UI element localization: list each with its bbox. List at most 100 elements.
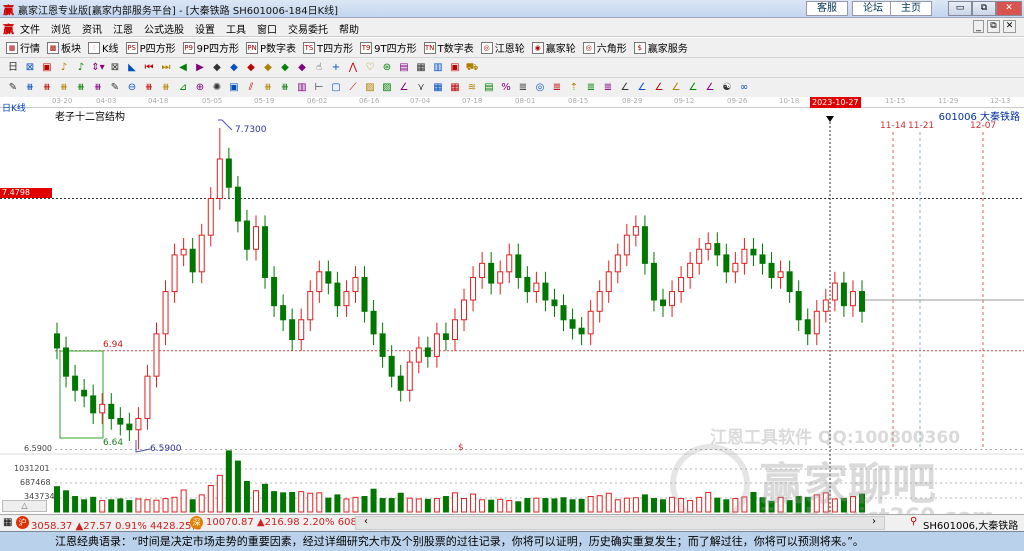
- toolbar3-tool-icon-13[interactable]: ▣: [227, 81, 241, 95]
- toolbar3-tool-icon-26[interactable]: ▦: [448, 81, 462, 95]
- toolbar2-tool-icon-9[interactable]: ⏭: [159, 61, 173, 75]
- menu-item-9[interactable]: 帮助: [339, 25, 359, 36]
- toolbar-button-8[interactable]: TN T数字表: [423, 40, 474, 55]
- toolbar3-tool-icon-37[interactable]: ∠: [635, 81, 649, 95]
- menu-item-3[interactable]: 江恩: [113, 25, 133, 36]
- toolbar2-tool-icon-5[interactable]: ⇕▾: [91, 61, 105, 75]
- toolbar3-tool-icon-43[interactable]: ∞: [737, 81, 751, 95]
- toolbar-button-7[interactable]: T9 9T四方形: [360, 40, 417, 55]
- minimize-button[interactable]: ▭: [948, 1, 972, 16]
- child-close-button[interactable]: ✕: [1003, 20, 1016, 33]
- toolbar-button-6[interactable]: TS T四方形: [303, 40, 353, 55]
- toolbar3-tool-icon-28[interactable]: ▤: [482, 81, 496, 95]
- toolbar3-tool-icon-12[interactable]: ✺: [210, 81, 224, 95]
- toolbar-button-9[interactable]: ◎ 江恩轮: [480, 40, 525, 55]
- toolbar-button-5[interactable]: PN P数字表: [246, 40, 296, 55]
- toolbar3-tool-icon-9[interactable]: ⧻: [159, 81, 173, 95]
- sz-index-quote[interactable]: 10070.87 ▲216.98 2.20% 6088.74: [206, 517, 379, 528]
- toolbar3-tool-icon-17[interactable]: ▥: [295, 81, 309, 95]
- menu-item-0[interactable]: 文件: [20, 25, 40, 36]
- child-restore-button[interactable]: ⧉: [987, 20, 1000, 33]
- toolbar2-tool-icon-4[interactable]: ♪: [74, 61, 88, 75]
- toolbar3-tool-icon-29[interactable]: %: [499, 81, 513, 95]
- toolbar-button-10[interactable]: ◉ 赢家轮: [531, 40, 576, 55]
- toolbar2-tool-icon-0[interactable]: 日▾: [6, 61, 20, 87]
- toolbar-button-11[interactable]: ◎ 六角形: [582, 40, 627, 55]
- toolbar2-tool-icon-16[interactable]: ◆: [278, 61, 292, 75]
- toolbar2-tool-icon-25[interactable]: ▥: [431, 61, 445, 75]
- link-service[interactable]: 客服: [806, 1, 848, 16]
- toolbar3-tool-icon-0[interactable]: ✎: [6, 81, 20, 95]
- toolbar2-tool-icon-24[interactable]: ▦: [414, 61, 428, 75]
- toolbar3-tool-icon-18[interactable]: ⊢: [312, 81, 326, 95]
- sh-index-quote[interactable]: 3058.37 ▲27.57 0.91% 4428.25亿: [31, 517, 201, 532]
- menu-item-2[interactable]: 资讯: [82, 25, 102, 36]
- toolbar2-tool-icon-11[interactable]: ▶: [193, 61, 207, 75]
- toolbar-button-12[interactable]: $ 赢家服务: [633, 40, 688, 55]
- toolbar-button-4[interactable]: P9 9P四方形: [182, 40, 239, 55]
- toolbar3-tool-icon-3[interactable]: ⧻: [57, 81, 71, 95]
- toolbar3-tool-icon-30[interactable]: ≣: [516, 81, 530, 95]
- restore-button[interactable]: ⧉: [972, 1, 996, 16]
- toolbar2-tool-icon-13[interactable]: ◆: [227, 61, 241, 75]
- toolbar-button-0[interactable]: ▦ 行情: [6, 40, 40, 55]
- toolbar3-tool-icon-25[interactable]: ▦: [431, 81, 445, 95]
- toolbar2-tool-icon-21[interactable]: ♡: [363, 61, 377, 75]
- menu-item-8[interactable]: 交易委托: [288, 25, 328, 36]
- toolbar-button-3[interactable]: PS P四方形: [125, 40, 176, 55]
- toolbar2-tool-icon-10[interactable]: ◀: [176, 61, 190, 75]
- toolbar2-tool-icon-17[interactable]: ◆: [295, 61, 309, 75]
- toolbar3-tool-icon-35[interactable]: ≣: [601, 81, 615, 95]
- toolbar3-tool-icon-19[interactable]: ▢: [329, 81, 343, 95]
- toolbar3-tool-icon-22[interactable]: ▨: [380, 81, 394, 95]
- toolbar3-tool-icon-42[interactable]: ☯: [720, 81, 734, 95]
- child-minimize-button[interactable]: _: [973, 20, 984, 33]
- menu-item-7[interactable]: 窗口: [257, 25, 277, 36]
- toolbar3-tool-icon-6[interactable]: ✎: [108, 81, 122, 95]
- toolbar2-tool-icon-27[interactable]: ⛟: [465, 61, 479, 75]
- toolbar3-tool-icon-38[interactable]: ∠: [652, 81, 666, 95]
- toolbar3-tool-icon-20[interactable]: ⟋: [346, 81, 360, 95]
- toolbar3-tool-icon-24[interactable]: ⋎: [414, 81, 428, 95]
- toolbar3-tool-icon-2[interactable]: ⧻: [40, 81, 54, 95]
- toolbar2-tool-icon-14[interactable]: ◆: [244, 61, 258, 75]
- toolbar3-tool-icon-34[interactable]: ≣: [584, 81, 598, 95]
- toolbar3-tool-icon-33[interactable]: ⇡: [567, 81, 581, 95]
- toolbar2-tool-icon-7[interactable]: ◣: [125, 61, 139, 75]
- toolbar3-tool-icon-41[interactable]: ∠: [703, 81, 717, 95]
- toolbar3-tool-icon-10[interactable]: ⊿: [176, 81, 190, 95]
- toolbar2-tool-icon-8[interactable]: ⏮: [142, 61, 156, 75]
- toolbar3-tool-icon-36[interactable]: ∠: [618, 81, 632, 95]
- toolbar2-tool-icon-3[interactable]: ♪: [57, 61, 71, 75]
- menu-item-4[interactable]: 公式选股: [144, 25, 184, 36]
- toolbar3-tool-icon-27[interactable]: ≋: [465, 81, 479, 95]
- toolbar3-tool-icon-7[interactable]: ⊖: [125, 81, 139, 95]
- toolbar2-tool-icon-2[interactable]: ▣: [40, 61, 54, 75]
- link-forum[interactable]: 论坛: [852, 1, 894, 16]
- toolbar3-tool-icon-40[interactable]: ∠: [686, 81, 700, 95]
- toolbar2-tool-icon-15[interactable]: ◆: [261, 61, 275, 75]
- panel-toggle-button[interactable]: △: [2, 500, 47, 512]
- toolbar2-tool-icon-20[interactable]: ⋀: [346, 61, 360, 75]
- toolbar2-tool-icon-26[interactable]: ▣: [448, 61, 462, 75]
- toolbar3-tool-icon-32[interactable]: ≣: [550, 81, 564, 95]
- menu-item-5[interactable]: 设置: [195, 25, 215, 36]
- toolbar-button-1[interactable]: ▩ 板块: [47, 40, 81, 55]
- toolbar2-tool-icon-23[interactable]: ▤: [397, 61, 411, 75]
- scroll-right-icon[interactable]: ›: [872, 516, 876, 527]
- toolbar2-tool-icon-12[interactable]: ◆: [210, 61, 224, 75]
- toolbar2-tool-icon-22[interactable]: ⊛: [380, 61, 394, 75]
- toolbar3-tool-icon-1[interactable]: ⧻: [23, 81, 37, 95]
- toolbar3-tool-icon-23[interactable]: ∠: [397, 81, 411, 95]
- toolbar-button-2[interactable]: ⫶ K线: [88, 40, 119, 55]
- toolbar2-tool-icon-19[interactable]: +: [329, 61, 343, 75]
- toolbar2-tool-icon-1[interactable]: ⊠: [23, 61, 37, 75]
- toolbar3-tool-icon-14[interactable]: ⫽: [244, 81, 258, 95]
- toolbar3-tool-icon-31[interactable]: ◎: [533, 81, 547, 95]
- link-home[interactable]: 主页: [890, 1, 932, 16]
- toolbar3-tool-icon-5[interactable]: ⧻: [91, 81, 105, 95]
- toolbar2-tool-icon-18[interactable]: ☝: [312, 61, 326, 75]
- status-scrollbar[interactable]: ‹ ›: [355, 516, 885, 530]
- menu-item-6[interactable]: 工具: [226, 25, 246, 36]
- calculator-icon[interactable]: ▦: [3, 517, 12, 528]
